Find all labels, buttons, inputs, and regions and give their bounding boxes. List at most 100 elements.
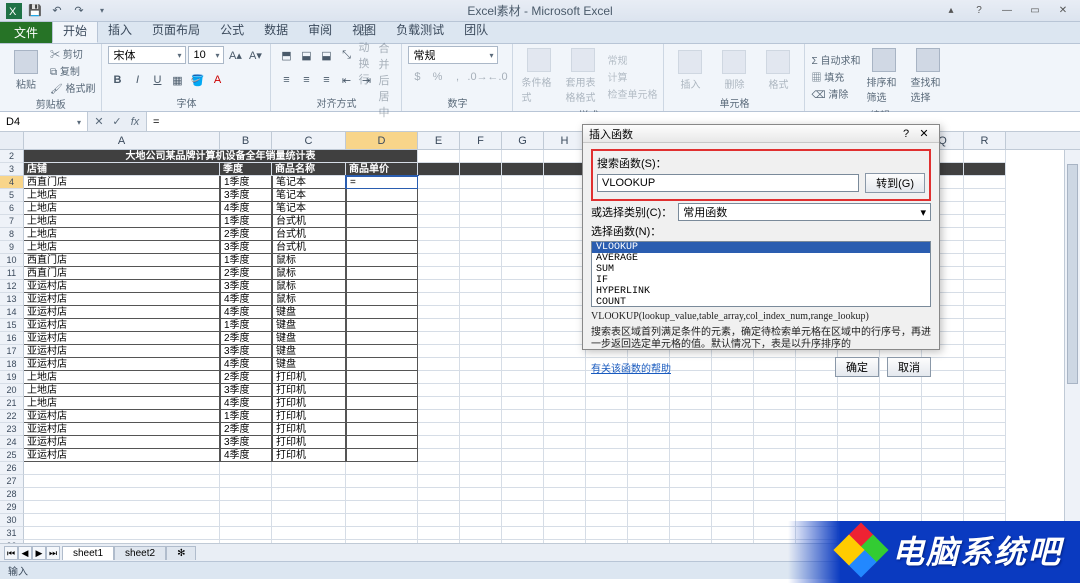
row-header[interactable]: 6 bbox=[0, 202, 24, 215]
cell[interactable] bbox=[586, 527, 628, 540]
cell[interactable] bbox=[460, 345, 502, 358]
cell[interactable] bbox=[346, 423, 418, 436]
cell[interactable] bbox=[838, 501, 880, 514]
cell[interactable] bbox=[460, 228, 502, 241]
dialog-close-icon[interactable]: ✕ bbox=[915, 127, 933, 140]
cell[interactable] bbox=[24, 514, 220, 527]
cell[interactable]: 4季度 bbox=[220, 397, 272, 410]
cell[interactable]: 键盘 bbox=[272, 319, 346, 332]
cell[interactable] bbox=[544, 410, 586, 423]
row-header[interactable]: 20 bbox=[0, 384, 24, 397]
category-select[interactable]: 常用函数▾ bbox=[678, 203, 931, 221]
cell[interactable] bbox=[670, 527, 712, 540]
cell[interactable] bbox=[346, 254, 418, 267]
function-item[interactable]: AVERAGE bbox=[592, 253, 930, 264]
cell[interactable] bbox=[502, 306, 544, 319]
border-button[interactable]: ▦ bbox=[168, 71, 186, 89]
cell[interactable] bbox=[346, 202, 418, 215]
format-painter-button[interactable]: 🖌 格式刷 bbox=[50, 80, 95, 95]
fill-button[interactable]: ▦ 填充 bbox=[811, 69, 860, 84]
new-sheet-button[interactable]: ✻ bbox=[166, 546, 196, 560]
cell[interactable]: 亚运村店 bbox=[24, 436, 220, 449]
cell[interactable] bbox=[544, 358, 586, 371]
cell[interactable] bbox=[544, 332, 586, 345]
cell[interactable] bbox=[964, 215, 1006, 228]
cell[interactable] bbox=[220, 501, 272, 514]
cell[interactable] bbox=[712, 423, 754, 436]
cell[interactable] bbox=[880, 397, 922, 410]
align-bottom-icon[interactable]: ⬓ bbox=[317, 46, 335, 64]
cell[interactable] bbox=[502, 475, 544, 488]
cell[interactable] bbox=[754, 436, 796, 449]
cell[interactable] bbox=[586, 384, 628, 397]
cell[interactable] bbox=[502, 228, 544, 241]
cell[interactable] bbox=[460, 332, 502, 345]
cell[interactable] bbox=[796, 410, 838, 423]
cell[interactable] bbox=[796, 423, 838, 436]
align-left-icon[interactable]: ≡ bbox=[277, 71, 295, 89]
cell[interactable]: 亚运村店 bbox=[24, 319, 220, 332]
cell[interactable] bbox=[544, 514, 586, 527]
cell[interactable]: 上地店 bbox=[24, 215, 220, 228]
wrap-text-button[interactable]: 自动换行 bbox=[357, 46, 375, 64]
cell[interactable]: 西直门店 bbox=[24, 254, 220, 267]
cell[interactable] bbox=[418, 228, 460, 241]
cut-button[interactable]: ✂ 剪切 bbox=[50, 46, 95, 61]
cell[interactable] bbox=[964, 371, 1006, 384]
currency-icon[interactable]: $ bbox=[408, 68, 426, 86]
cell[interactable] bbox=[922, 462, 964, 475]
close-icon[interactable]: ✕ bbox=[1050, 3, 1076, 19]
cell[interactable] bbox=[880, 488, 922, 501]
cell[interactable] bbox=[272, 488, 346, 501]
dec-decimal-icon[interactable]: ←.0 bbox=[488, 68, 506, 86]
cell[interactable] bbox=[544, 527, 586, 540]
cell[interactable] bbox=[964, 384, 1006, 397]
cell[interactable]: 2季度 bbox=[220, 228, 272, 241]
cell[interactable] bbox=[754, 475, 796, 488]
cancel-formula-icon[interactable]: ✕ bbox=[92, 115, 106, 128]
cell[interactable] bbox=[796, 449, 838, 462]
cell[interactable] bbox=[922, 397, 964, 410]
cell[interactable] bbox=[502, 514, 544, 527]
cell[interactable] bbox=[346, 488, 418, 501]
cell[interactable] bbox=[964, 436, 1006, 449]
cell[interactable] bbox=[628, 514, 670, 527]
cell[interactable] bbox=[460, 306, 502, 319]
cell[interactable]: 3季度 bbox=[220, 436, 272, 449]
cell[interactable] bbox=[418, 345, 460, 358]
cell[interactable] bbox=[922, 475, 964, 488]
cell[interactable] bbox=[964, 449, 1006, 462]
cell[interactable] bbox=[346, 306, 418, 319]
cell[interactable] bbox=[586, 501, 628, 514]
cell[interactable] bbox=[418, 397, 460, 410]
cell[interactable] bbox=[628, 488, 670, 501]
cell[interactable]: 亚运村店 bbox=[24, 293, 220, 306]
cell[interactable]: 4季度 bbox=[220, 306, 272, 319]
cell[interactable] bbox=[460, 410, 502, 423]
cell[interactable] bbox=[754, 410, 796, 423]
cell[interactable] bbox=[964, 397, 1006, 410]
cell[interactable]: 上地店 bbox=[24, 228, 220, 241]
cell[interactable] bbox=[502, 462, 544, 475]
cell[interactable] bbox=[544, 280, 586, 293]
cell[interactable] bbox=[670, 410, 712, 423]
conditional-format-button[interactable]: 条件格式 bbox=[519, 46, 559, 106]
cell[interactable] bbox=[544, 475, 586, 488]
cell[interactable] bbox=[544, 501, 586, 514]
cell[interactable] bbox=[586, 410, 628, 423]
cell[interactable]: 商品名称 bbox=[272, 163, 346, 176]
cell[interactable]: 鼠标 bbox=[272, 267, 346, 280]
underline-button[interactable]: U bbox=[148, 71, 166, 89]
cell[interactable] bbox=[670, 475, 712, 488]
cell[interactable] bbox=[964, 423, 1006, 436]
cell[interactable] bbox=[796, 462, 838, 475]
cell[interactable]: 2季度 bbox=[220, 267, 272, 280]
minimize-icon[interactable]: — bbox=[994, 3, 1020, 19]
cell[interactable] bbox=[418, 189, 460, 202]
cell[interactable] bbox=[460, 150, 502, 163]
cell[interactable] bbox=[544, 163, 586, 176]
cell[interactable]: 2季度 bbox=[220, 332, 272, 345]
cell[interactable] bbox=[880, 475, 922, 488]
cell[interactable] bbox=[346, 241, 418, 254]
restore-icon[interactable]: ▭ bbox=[1022, 3, 1048, 19]
